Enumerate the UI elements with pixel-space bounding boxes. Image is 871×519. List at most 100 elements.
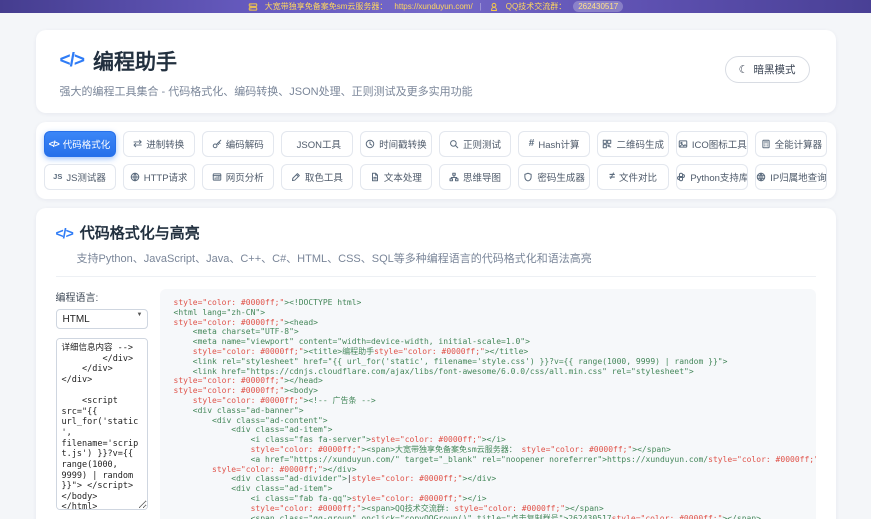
tab-label: HTTP请求 xyxy=(144,170,188,184)
tab-file-diff[interactable]: ≠文件对比 xyxy=(597,164,669,190)
code-line: style="color: #0000ff;"><body> xyxy=(174,386,802,396)
calculator-icon xyxy=(761,139,771,149)
code-line: <div class="ad-content"> xyxy=(174,416,802,426)
tab-label: 文本处理 xyxy=(384,170,422,184)
tab-label: 思维导图 xyxy=(463,170,501,184)
code-line: <div class="ad-item"> xyxy=(174,484,802,494)
section-divider xyxy=(56,276,816,277)
qq-group-number[interactable]: 262430517 xyxy=(573,1,623,12)
tool-tabs: </> 代码格式化 ⇄进制转换 编码解码 JSON工具 时间戳转换 正则测试 #Hash计算二… xyxy=(44,131,828,190)
tab-encode-decode[interactable]: 编码解码 xyxy=(202,131,274,157)
tab-label: 网页分析 xyxy=(226,170,264,184)
tab-python-lib[interactable]: Python支持库 xyxy=(676,164,748,190)
code-output[interactable]: style="color: #0000ff;"><!DOCTYPE html><… xyxy=(160,289,816,519)
tab-label: 编码解码 xyxy=(226,137,264,151)
code-line: <html lang="zh-CN"> xyxy=(174,308,802,318)
tab-regex-test[interactable]: 正则测试 xyxy=(439,131,511,157)
python-icon xyxy=(676,172,686,182)
top-ad-banner: 大宽带独享免备案免sm云服务器： https://xunduyun.com/ |… xyxy=(0,0,871,13)
tab-base-convert[interactable]: ⇄进制转换 xyxy=(123,131,195,157)
tab-label: Python支持库 xyxy=(690,170,748,184)
code-line: <link href="https://cdnjs.cloudflare.com… xyxy=(174,367,802,377)
code-formatter-card: </> 代码格式化与高亮 支持Python、JavaScript、Java、C+… xyxy=(36,208,836,519)
tab-color-picker[interactable]: 取色工具 xyxy=(281,164,353,190)
formatter-sidebar: 编程语言: HTML ▼ 详细信息内容 --> </div> </div> </… xyxy=(56,289,148,519)
code-line: style="color: #0000ff;"><span>大宽带独享免备案免s… xyxy=(174,445,802,455)
tab-label: 文件对比 xyxy=(619,170,657,184)
server-icon xyxy=(248,2,258,12)
code-line: <div class="ad-item"> xyxy=(174,425,802,435)
code-input[interactable]: 详细信息内容 --> </div> </div> </div> <script … xyxy=(56,338,148,510)
tab-qrcode-gen[interactable]: 二维码生成 xyxy=(597,131,669,157)
banner-separator: | xyxy=(480,2,482,11)
tab-label: 正则测试 xyxy=(463,137,501,151)
tab-label: 密码生成器 xyxy=(537,170,585,184)
globe-icon xyxy=(130,172,140,182)
hash-icon: # xyxy=(529,139,535,149)
moon-icon: ☾ xyxy=(739,64,749,76)
tab-code-format[interactable]: </> 代码格式化 xyxy=(44,131,116,157)
code-line: <meta charset="UTF-8"> xyxy=(174,327,802,337)
shield-icon xyxy=(523,172,533,182)
code-line: <link rel="stylesheet" href="{{ url_for(… xyxy=(174,357,802,367)
banner-ad-link[interactable]: https://xunduyun.com/ xyxy=(394,2,472,11)
tab-label: 代码格式化 xyxy=(63,137,111,151)
app-logo-code-icon: </> xyxy=(60,50,84,72)
js-icon: JS xyxy=(53,173,62,181)
tab-calculator[interactable]: 全能计算器 xyxy=(755,131,827,157)
tab-label: 全能计算器 xyxy=(775,137,823,151)
language-select[interactable]: HTML ▼ xyxy=(56,309,148,329)
code-line: style="color: #0000ff;"></div> xyxy=(174,465,802,475)
language-select-value: HTML xyxy=(63,314,90,325)
tab-text-process[interactable]: 文本处理 xyxy=(360,164,432,190)
code-line: <div class="ad-banner"> xyxy=(174,406,802,416)
section-title: 代码格式化与高亮 xyxy=(80,222,200,243)
tab-label: IP归属地查询 xyxy=(770,170,826,184)
tool-tabs-card: </> 代码格式化 ⇄进制转换 编码解码 JSON工具 时间戳转换 正则测试 #Hash计算二… xyxy=(36,122,836,199)
code-line: style="color: #0000ff;"><head> xyxy=(174,318,802,328)
qq-icon xyxy=(489,2,499,12)
exchange-icon: ⇄ xyxy=(133,139,142,150)
key-icon xyxy=(212,139,222,149)
code-line: style="color: #0000ff;"><span>QQ技术交流群: s… xyxy=(174,504,802,514)
tab-label: ICO图标工具 xyxy=(692,137,747,151)
section-subtitle: 支持Python、JavaScript、Java、C++、C#、HTML、CSS… xyxy=(77,250,816,266)
banner-ad-text: 大宽带独享免备案免sm云服务器： xyxy=(265,1,388,12)
code-line: style="color: #0000ff;"></head> xyxy=(174,376,802,386)
tab-ip-lookup[interactable]: IP归属地查询 xyxy=(755,164,827,190)
tab-hash-calc[interactable]: #Hash计算 xyxy=(518,131,590,157)
tab-json-tools[interactable]: JSON工具 xyxy=(281,131,353,157)
code-line: <span class="qq-group" onclick="copyQQGr… xyxy=(174,514,802,519)
tab-label: JSON工具 xyxy=(297,137,341,151)
sitemap-icon xyxy=(449,172,459,182)
tab-password-gen[interactable]: 密码生成器 xyxy=(518,164,590,190)
clock-icon xyxy=(365,139,375,149)
section-code-icon: </> xyxy=(56,225,73,241)
code-icon: </> xyxy=(49,140,59,149)
ip-globe-icon xyxy=(756,172,766,182)
tab-timestamp-convert[interactable]: 时间戳转换 xyxy=(360,131,432,157)
tab-label: 取色工具 xyxy=(305,170,343,184)
code-line: <i class="fas fa-server">style="color: #… xyxy=(174,435,802,445)
code-line: style="color: #0000ff;"><!DOCTYPE html> xyxy=(174,298,802,308)
tab-ico-tools[interactable]: ICO图标工具 xyxy=(676,131,748,157)
tab-label: 时间戳转换 xyxy=(379,137,427,151)
image-icon xyxy=(678,139,688,149)
tab-http-request[interactable]: HTTP请求 xyxy=(123,164,195,190)
code-line: style="color: #0000ff;"><title>编程助手style… xyxy=(174,347,802,357)
search-icon xyxy=(449,139,459,149)
dark-mode-button[interactable]: ☾ 暗黑模式 xyxy=(725,56,810,83)
tab-web-analysis[interactable]: 网页分析 xyxy=(202,164,274,190)
analysis-icon xyxy=(212,172,222,182)
file-icon xyxy=(370,172,380,182)
tab-js-tester[interactable]: JS JS测试器 xyxy=(44,164,116,190)
tab-label: JS测试器 xyxy=(66,170,106,184)
code-line: <a href="https://xunduyun.com/" target="… xyxy=(174,455,802,465)
page-title: 编程助手 xyxy=(93,46,177,76)
banner-qq-label: QQ技术交流群： xyxy=(506,1,566,12)
eyedropper-icon xyxy=(291,172,301,182)
tab-mindmap[interactable]: 思维导图 xyxy=(439,164,511,190)
code-line: <div class="ad-divider">|style="color: #… xyxy=(174,474,802,484)
header-card: </> 编程助手 强大的编程工具集合 - 代码格式化、编码转换、JSON处理、正… xyxy=(36,30,836,113)
language-label: 编程语言: xyxy=(56,289,148,304)
